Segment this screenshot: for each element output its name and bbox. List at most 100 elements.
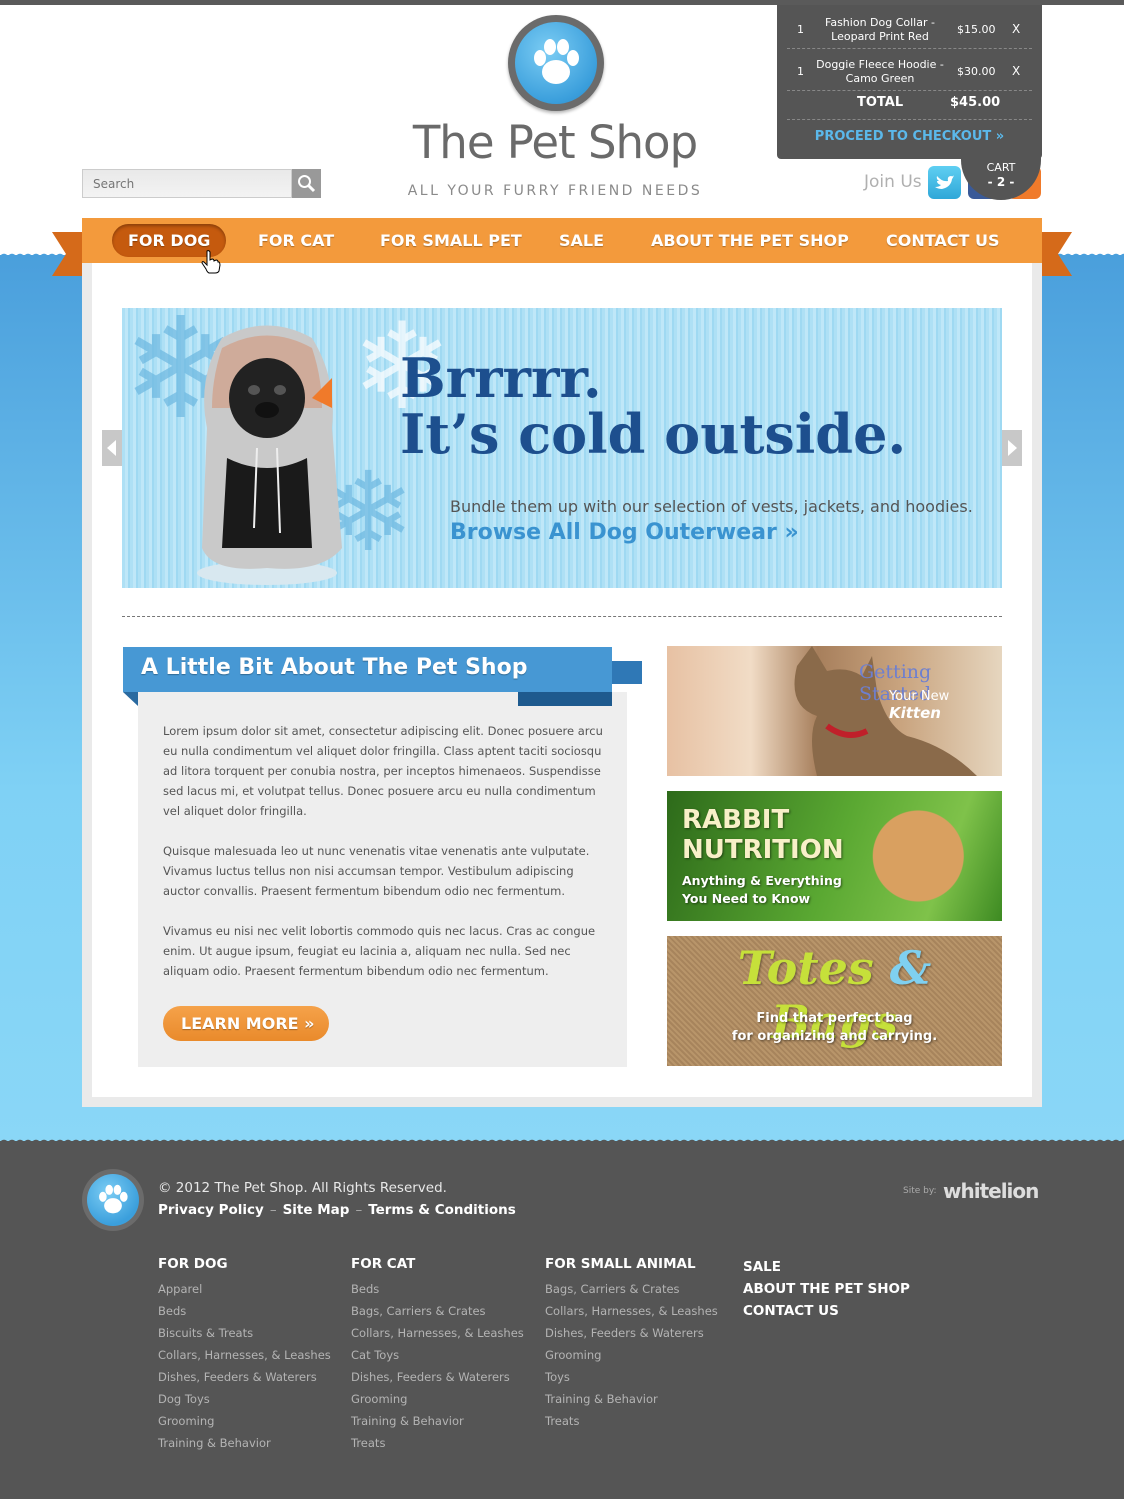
footer-link[interactable]: Grooming bbox=[158, 1410, 331, 1432]
arrow-right-icon bbox=[1008, 440, 1017, 456]
about-title: A Little Bit About The Pet Shop bbox=[141, 655, 528, 680]
footer-about-link[interactable]: ABOUT THE PET SHOP bbox=[743, 1278, 910, 1300]
carousel-next-button[interactable] bbox=[1002, 430, 1022, 466]
search-bar bbox=[82, 169, 321, 198]
hero-banner: ❄ ❄ ❄ Brrrrr. It’s cold outside. Bundle … bbox=[122, 308, 1002, 588]
site-map-link[interactable]: Site Map bbox=[283, 1202, 350, 1218]
nav-item-about[interactable]: ABOUT THE PET SHOP bbox=[651, 218, 849, 263]
hero-headline-line1: Brrrrr. bbox=[400, 346, 602, 410]
twitter-icon[interactable] bbox=[928, 166, 961, 199]
about-ribbon-fold-left bbox=[123, 692, 138, 706]
footer-link[interactable]: Dishes, Feeders & Waterers bbox=[351, 1366, 524, 1388]
footer-column-dog: FOR DOG Apparel Beds Biscuits & Treats C… bbox=[158, 1256, 331, 1454]
cart-item-qty: 1 bbox=[797, 65, 804, 78]
footer-legal-links: Privacy Policy – Site Map – Terms & Conditio… bbox=[158, 1202, 516, 1218]
hero-headline: Brrrrr. It’s cold outside. bbox=[400, 350, 906, 462]
cart-item: 1 Fashion Dog Collar - Leopard Print Red… bbox=[787, 10, 1032, 50]
promo-rabbit-title-line1: RABBIT bbox=[682, 805, 790, 835]
hand-cursor-icon bbox=[201, 250, 221, 274]
arrow-left-icon bbox=[107, 440, 116, 456]
hero-browse-link[interactable]: Browse All Dog Outerwear » bbox=[450, 520, 799, 545]
nav-item-for-small-pet[interactable]: FOR SMALL PET bbox=[380, 218, 522, 263]
footer-link[interactable]: Treats bbox=[351, 1432, 524, 1454]
footer-link[interactable]: Apparel bbox=[158, 1278, 331, 1300]
footer-paw-logo-icon[interactable] bbox=[82, 1169, 144, 1231]
footer-link[interactable]: Collars, Harnesses, & Leashes bbox=[158, 1344, 331, 1366]
cart-tab-label: CART bbox=[986, 161, 1016, 174]
footer-link[interactable]: Beds bbox=[158, 1300, 331, 1322]
footer-link[interactable]: Grooming bbox=[351, 1388, 524, 1410]
footer-link[interactable]: Dog Toys bbox=[158, 1388, 331, 1410]
cart-item: 1 Doggie Fleece Hoodie - Camo Green $30.… bbox=[787, 52, 1032, 92]
footer-column-title[interactable]: FOR DOG bbox=[158, 1256, 331, 1272]
cart-item-remove-button[interactable]: X bbox=[1012, 64, 1020, 78]
footer-link[interactable]: Dishes, Feeders & Waterers bbox=[158, 1366, 331, 1388]
learn-more-button[interactable]: LEARN MORE » bbox=[163, 1006, 329, 1041]
cart-dropdown: 1 Fashion Dog Collar - Leopard Print Red… bbox=[777, 5, 1042, 159]
footer-link[interactable]: Bags, Carriers & Crates bbox=[545, 1278, 718, 1300]
paw-logo-icon[interactable] bbox=[508, 15, 604, 111]
footer-link[interactable]: Training & Behavior bbox=[351, 1410, 524, 1432]
terms-link[interactable]: Terms & Conditions bbox=[368, 1202, 516, 1218]
footer-link[interactable]: Cat Toys bbox=[351, 1344, 524, 1366]
footer-column-small-animal: FOR SMALL ANIMAL Bags, Carriers & Crates… bbox=[545, 1256, 718, 1432]
site-tagline: ALL YOUR FURRY FRIEND NEEDS bbox=[407, 183, 703, 199]
cart-item-price: $15.00 bbox=[957, 23, 996, 36]
footer-link[interactable]: Beds bbox=[351, 1278, 524, 1300]
nav-item-contact[interactable]: CONTACT US bbox=[886, 218, 1000, 263]
footer-link[interactable]: Toys bbox=[545, 1366, 718, 1388]
footer-link[interactable]: Grooming bbox=[545, 1344, 718, 1366]
site-by-label: Site by: bbox=[903, 1186, 937, 1196]
about-paragraph: Vivamus eu nisi nec velit lobortis commo… bbox=[163, 924, 596, 978]
promo-rabbit-subtitle-line1: Anything & Everything bbox=[682, 873, 842, 888]
footer-column-title[interactable]: FOR SMALL ANIMAL bbox=[545, 1256, 718, 1272]
footer-link[interactable]: Dishes, Feeders & Waterers bbox=[545, 1322, 718, 1344]
promo-rabbit-title-line2: NUTRITION bbox=[682, 835, 844, 865]
promo-kitten[interactable]: Getting Started Your New Kitten bbox=[667, 646, 1002, 776]
footer-sale-link[interactable]: SALE bbox=[743, 1256, 910, 1278]
promo-bags-subtitle-line1: Find that perfect bag bbox=[756, 1011, 913, 1026]
main-nav: FOR DOG FOR CAT FOR SMALL PET SALE ABOUT… bbox=[82, 218, 1042, 263]
agency-logo[interactable]: whitelion bbox=[943, 1179, 1039, 1203]
cart-item-qty: 1 bbox=[797, 23, 804, 36]
footer-link[interactable]: Collars, Harnesses, & Leashes bbox=[545, 1300, 718, 1322]
footer-contact-link[interactable]: CONTACT US bbox=[743, 1300, 910, 1322]
cart-item-name[interactable]: Fashion Dog Collar - Leopard Print Red bbox=[815, 16, 945, 44]
about-ribbon-tail bbox=[612, 661, 642, 707]
footer-link[interactable]: Collars, Harnesses, & Leashes bbox=[351, 1322, 524, 1344]
nav-item-sale[interactable]: SALE bbox=[559, 218, 604, 263]
footer-link[interactable]: Training & Behavior bbox=[158, 1432, 331, 1454]
nav-item-for-cat[interactable]: FOR CAT bbox=[258, 218, 334, 263]
footer-copyright: © 2012 The Pet Shop. All Rights Reserved… bbox=[158, 1180, 447, 1196]
site-title[interactable]: The Pet Shop bbox=[380, 116, 730, 169]
cart-item-remove-button[interactable]: X bbox=[1012, 22, 1020, 36]
cart-total-label: TOTAL bbox=[857, 95, 904, 110]
footer-column-main: SALE ABOUT THE PET SHOP CONTACT US bbox=[743, 1256, 910, 1322]
promo-bags-title-a: Totes bbox=[737, 941, 874, 995]
footer-column-title[interactable]: FOR CAT bbox=[351, 1256, 524, 1272]
about-ribbon-fold bbox=[518, 692, 612, 706]
carousel-prev-button[interactable] bbox=[102, 430, 122, 466]
promo-bags[interactable]: Totes & Bags Find that perfect bag for o… bbox=[667, 936, 1002, 1066]
promo-rabbit-title: RABBIT NUTRITION bbox=[682, 805, 844, 865]
promo-kitten-em: Kitten bbox=[889, 704, 941, 722]
promo-kitten-subtitle: Your New Kitten bbox=[889, 689, 1002, 722]
cart-item-price: $30.00 bbox=[957, 65, 996, 78]
privacy-policy-link[interactable]: Privacy Policy bbox=[158, 1202, 264, 1218]
search-icon bbox=[298, 175, 316, 193]
pug-in-hoodie-image bbox=[197, 325, 342, 585]
footer-column-cat: FOR CAT Beds Bags, Carriers & Crates Col… bbox=[351, 1256, 524, 1454]
footer-link[interactable]: Treats bbox=[545, 1410, 718, 1432]
search-button[interactable] bbox=[292, 169, 321, 198]
promo-kitten-prefix: Your New bbox=[889, 689, 950, 704]
cart-divider bbox=[787, 119, 1032, 120]
search-input[interactable] bbox=[82, 169, 292, 198]
promo-rabbit[interactable]: RABBIT NUTRITION Anything & Everything Y… bbox=[667, 791, 1002, 921]
footer-link[interactable]: Training & Behavior bbox=[545, 1388, 718, 1410]
footer-link[interactable]: Bags, Carriers & Crates bbox=[351, 1300, 524, 1322]
cart-item-name[interactable]: Doggie Fleece Hoodie - Camo Green bbox=[815, 58, 945, 86]
checkout-link[interactable]: PROCEED TO CHECKOUT » bbox=[787, 129, 1032, 144]
promo-bags-subtitle-line2: for organizing and carrying. bbox=[731, 1029, 938, 1044]
join-us-label: Join Us bbox=[864, 172, 922, 192]
footer-link[interactable]: Biscuits & Treats bbox=[158, 1322, 331, 1344]
